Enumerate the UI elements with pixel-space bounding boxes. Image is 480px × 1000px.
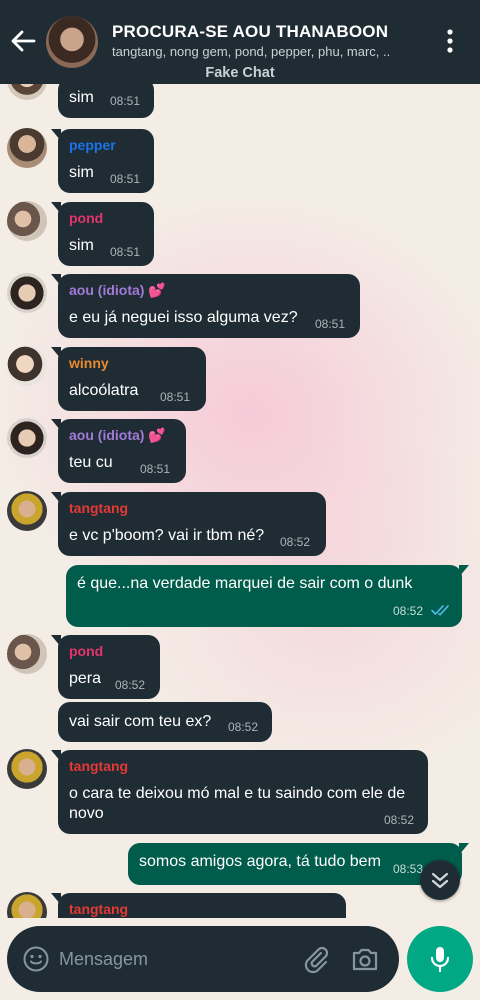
avatar[interactable] [7,201,47,241]
message-sender: pond [69,643,104,659]
message-time: 08:51 [160,390,191,404]
message-sender: tangtang [69,901,129,917]
group-avatar[interactable] [46,16,98,68]
message-time: 08:51 [110,245,141,259]
scroll-down-button[interactable] [420,860,460,900]
avatar[interactable] [7,491,47,531]
message-time: 08:52 [228,720,259,734]
message-sender: aou (idiota) 💕 [69,427,166,443]
message-sender: aou (idiota) 💕 [69,282,166,298]
message-text: sim [69,237,94,254]
message-list[interactable]: sim 08:51 pepper sim 08:51 pond sim 08:5… [0,84,480,918]
message-text: sim [69,164,94,181]
message-time: 08:52 [384,813,415,827]
message-text: pera [69,670,102,687]
message-text: teu cu [69,454,113,471]
more-options-icon[interactable] [438,26,462,56]
message-bubble-outgoing[interactable]: somos amigos agora, tá tudo bem 08:53 [128,843,469,885]
avatar[interactable] [7,128,47,168]
avatar[interactable] [7,84,47,100]
chat-header: PROCURA-SE AOU THANABOON tangtang, nong … [0,0,480,84]
message-composer[interactable]: Mensagem [7,926,399,992]
message-sender: winny [69,355,109,371]
message-bubble[interactable]: pond pera 08:52 [51,635,160,699]
message-sender: pond [69,210,104,226]
message-time: 08:51 [110,94,141,108]
read-receipt-icon [431,603,453,616]
message-sender: tangtang [69,500,129,516]
message-bubble[interactable]: aou (idiota) 💕 e eu já neguei isso algum… [51,274,360,338]
message-bubble[interactable]: sim 08:51 [58,84,154,118]
message-text: somos amigos agora, tá tudo bem [139,853,381,870]
message-time: 08:51 [315,317,346,331]
group-title[interactable]: PROCURA-SE AOU THANABOON [112,22,388,42]
message-bubble[interactable]: tangtang o cara te deixou mó mal e tu sa… [51,750,428,834]
message-text: o cara te deixou mó mal e tu saindo com … [69,785,406,802]
message-text: e eu já neguei isso alguma vez? [69,309,298,326]
message-time: 08:52 [280,535,311,549]
message-bubble-outgoing[interactable]: é que...na verdade marquei de sair com o… [66,565,469,627]
message-time: 08:52 [393,604,424,618]
message-text: e vc p'boom? vai ir tbm né? [69,527,265,544]
message-bubble[interactable]: vai sair com teu ex? 08:52 [58,702,272,742]
avatar[interactable] [7,634,47,674]
message-input[interactable]: Mensagem [59,949,148,970]
message-bubble[interactable]: pepper sim 08:51 [51,129,154,193]
message-bubble[interactable]: pond sim 08:51 [51,202,154,266]
fake-chat-watermark: Fake Chat [205,65,275,81]
message-text: vai sair com teu ex? [69,713,212,730]
paperclip-icon[interactable] [301,945,331,975]
message-text: novo [69,805,104,822]
message-text: alcoólatra [69,382,139,399]
message-text: sim [69,89,94,106]
message-text: é que...na verdade marquei de sair com o… [77,575,413,592]
microphone-icon [430,947,450,973]
message-sender: pepper [69,137,116,153]
message-time: 08:53 [393,862,424,876]
message-time: 08:51 [110,172,141,186]
avatar[interactable] [7,346,47,386]
avatar[interactable] [7,749,47,789]
avatar[interactable] [7,273,47,313]
message-time: 08:51 [140,462,171,476]
message-time: 08:52 [115,678,146,692]
message-bubble[interactable]: aou (idiota) 💕 teu cu 08:51 [51,419,186,483]
message-bubble[interactable]: tangtang [51,893,346,918]
message-bubble[interactable]: winny alcoólatra 08:51 [51,347,206,411]
camera-icon[interactable] [350,945,380,973]
microphone-button[interactable] [407,926,473,992]
emoji-icon[interactable] [23,946,49,972]
message-bubble[interactable]: tangtang e vc p'boom? vai ir tbm né? 08:… [51,492,326,556]
back-arrow-icon[interactable] [8,24,38,58]
group-members[interactable]: tangtang, nong gem, pond, pepper, phu, m… [112,44,390,59]
avatar[interactable] [7,418,47,458]
avatar[interactable] [7,892,47,918]
message-sender: tangtang [69,758,129,774]
